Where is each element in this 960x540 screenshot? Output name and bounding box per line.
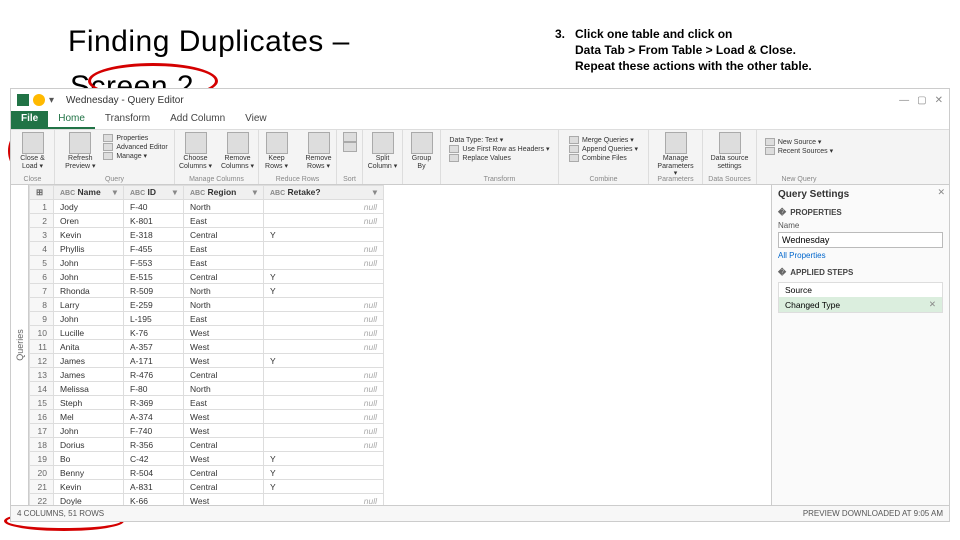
manage-query-button[interactable]: Manage ▾ [103,152,167,160]
table-row[interactable]: 12JamesA-171WestY [30,354,384,368]
table-row[interactable]: 16MelA-374Westnull [30,410,384,424]
recent-sources-button[interactable]: Recent Sources ▾ [765,147,833,155]
applied-steps-header[interactable]: APPLIED STEPS [778,266,943,279]
refresh-preview-button[interactable]: Refresh Preview ▾ [61,132,99,170]
maximize-button[interactable]: ▢ [917,95,926,106]
status-preview-time: PREVIEW DOWNLOADED AT 9:05 AM [803,509,943,518]
tab-view[interactable]: View [235,111,277,129]
append-queries-button[interactable]: Append Queries ▾ [569,145,638,153]
column-header[interactable]: ABC ID ▾ [124,186,184,200]
table-row[interactable]: 6JohnE-515CentralY [30,270,384,284]
delete-step-button[interactable]: ✕ [929,299,936,310]
instruction-text: Click one table and click on Data Tab > … [575,26,915,75]
table-row[interactable]: 3KevinE-318CentralY [30,228,384,242]
close-window-button[interactable]: ✕ [935,95,943,106]
close-settings-button[interactable]: ✕ [937,187,945,198]
window-title: Wednesday - Query Editor [66,95,184,106]
group-by-button[interactable]: GroupBy [403,132,441,170]
table-row[interactable]: 19BoC-42WestY [30,452,384,466]
table-row[interactable]: 4PhyllisF-455Eastnull [30,242,384,256]
table-row[interactable]: 13JamesR-476Centralnull [30,368,384,382]
excel-icon [17,94,29,106]
queries-pane-collapsed[interactable]: Queries [11,185,29,505]
choose-columns-icon [185,132,207,154]
table-row[interactable]: 18DoriusR-356Centralnull [30,438,384,452]
tab-home[interactable]: Home [48,111,95,129]
data-source-icon [719,132,741,154]
first-row-headers-button[interactable]: Use First Row as Headers ▾ [449,145,549,153]
status-columns-rows: 4 COLUMNS, 51 ROWS [17,509,104,518]
query-settings-pane: ✕ Query Settings PROPERTIES Name All Pro… [771,185,949,505]
sort-desc-button[interactable] [341,142,359,152]
keep-rows-button[interactable]: KeepRows ▾ [258,132,296,170]
group-by-icon [411,132,433,154]
refresh-icon [69,132,91,154]
status-bar: 4 COLUMNS, 51 ROWS PREVIEW DOWNLOADED AT… [11,505,949,521]
combine-files-button[interactable]: Combine Files [569,154,638,162]
name-label: Name [778,221,943,230]
tab-transform[interactable]: Transform [95,111,160,129]
sort-asc-icon [343,132,357,142]
slide-title: Finding Duplicates – [68,25,350,59]
column-header[interactable]: ABC Retake? ▾ [264,186,384,200]
applied-step[interactable]: Changed Type✕ [779,297,942,312]
all-properties-link[interactable]: All Properties [778,251,826,260]
table-row[interactable]: 9JohnL-195Eastnull [30,312,384,326]
table-row[interactable]: 2OrenK-801Eastnull [30,214,384,228]
merge-queries-button[interactable]: Merge Queries ▾ [569,136,638,144]
minimize-button[interactable]: — [899,95,909,106]
close-load-icon [22,132,44,154]
replace-values-button[interactable]: Replace Values [449,154,549,162]
advanced-editor-button[interactable]: Advanced Editor [103,143,167,151]
remove-rows-icon [308,132,330,154]
table-row[interactable]: 20BennyR-504CentralY [30,466,384,480]
column-header[interactable]: ABC Region ▾ [184,186,264,200]
applied-step[interactable]: Source [779,283,942,297]
properties-button[interactable]: Properties [103,134,167,142]
query-name-input[interactable] [778,232,943,248]
instruction-number: 3. [555,26,573,42]
data-type-dropdown[interactable]: Data Type: Text ▾ [449,136,549,144]
column-header[interactable]: ⊞ [30,186,54,200]
query-settings-title: Query Settings [778,189,943,200]
data-source-settings-button[interactable]: Data sourcesettings [711,132,749,170]
ribbon: Close & Load ▾ Close Refresh Preview ▾ P… [11,129,949,185]
choose-columns-button[interactable]: ChooseColumns ▾ [177,132,215,170]
table-row[interactable]: 5JohnF-553Eastnull [30,256,384,270]
sort-desc-icon [343,142,357,152]
parameters-icon [665,132,687,154]
table-row[interactable]: 8LarryE-259Northnull [30,298,384,312]
column-header[interactable]: ABC Name ▾ [54,186,124,200]
queries-rail-label: Queries [15,329,25,361]
manage-parameters-button[interactable]: ManageParameters ▾ [657,132,695,177]
table-row[interactable]: 17JohnF-740Westnull [30,424,384,438]
split-column-icon [372,132,394,154]
keep-rows-icon [266,132,288,154]
emoji-icon [33,94,45,106]
ribbon-tabs: File Home Transform Add Column View [11,111,949,129]
table-row[interactable]: 14MelissaF-80Northnull [30,382,384,396]
remove-columns-icon [227,132,249,154]
table-row[interactable]: 15StephR-369Eastnull [30,396,384,410]
table-row[interactable]: 7RhondaR-509NorthY [30,284,384,298]
properties-section-header[interactable]: PROPERTIES [778,206,943,219]
titlebar: ▾ Wednesday - Query Editor — ▢ ✕ [11,89,949,111]
table-row[interactable]: 21KevinA-831CentralY [30,480,384,494]
table-row[interactable]: 10LucilleK-76Westnull [30,326,384,340]
split-column-button[interactable]: SplitColumn ▾ [364,132,402,170]
table-row[interactable]: 22DoyleK-66Westnull [30,494,384,506]
data-grid[interactable]: ⊞ABC Name ▾ABC ID ▾ABC Region ▾ABC Retak… [29,185,771,505]
tab-file[interactable]: File [11,111,48,129]
sort-asc-button[interactable] [341,132,359,142]
remove-rows-button[interactable]: RemoveRows ▾ [300,132,338,170]
new-source-button[interactable]: New Source ▾ [765,138,833,146]
remove-columns-button[interactable]: RemoveColumns ▾ [219,132,257,170]
instruction-block: 3. Click one table and click on Data Tab… [555,26,915,75]
table-row[interactable]: 1JodyF-40Northnull [30,200,384,214]
close-and-load-button[interactable]: Close & Load ▾ [14,132,52,170]
tab-add-column[interactable]: Add Column [160,111,235,129]
table-row[interactable]: 11AnitaA-357Westnull [30,340,384,354]
query-editor-window: ▾ Wednesday - Query Editor — ▢ ✕ File Ho… [10,88,950,522]
